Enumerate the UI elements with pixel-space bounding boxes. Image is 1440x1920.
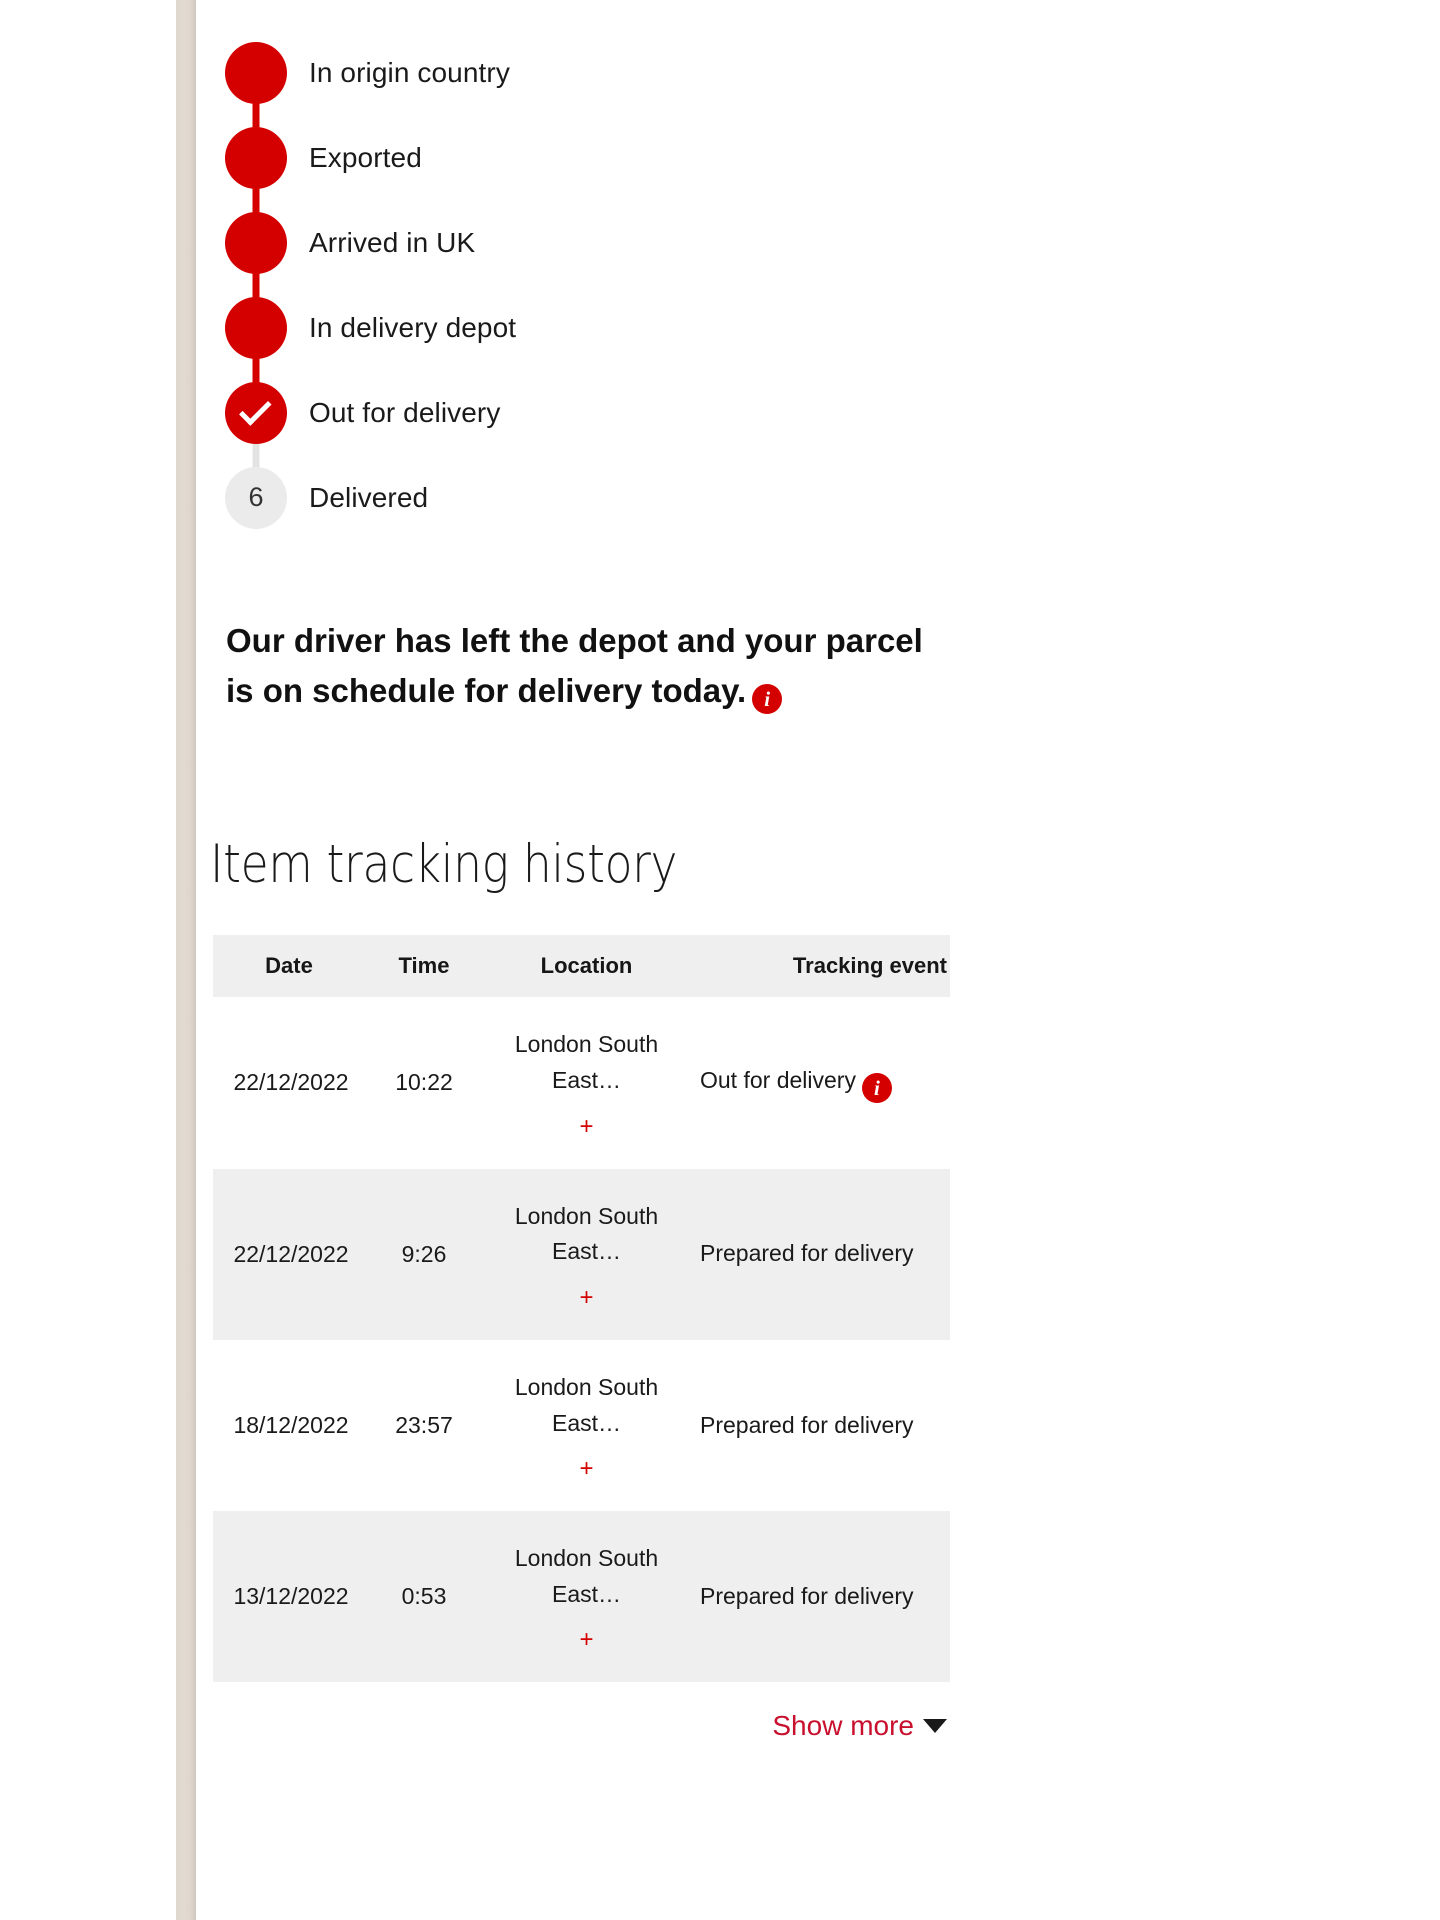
cell-location: London South East… + — [483, 1169, 690, 1340]
cell-tracking-event: Prepared for delivery — [700, 1582, 914, 1609]
check-icon — [239, 392, 272, 426]
tracking-event-text: Out for delivery — [700, 1066, 856, 1093]
tracker-node-complete — [225, 126, 287, 189]
tracker-step-label: Arrived in UK — [309, 226, 476, 258]
table-header: Date Time Location Tracking event — [213, 935, 950, 998]
tracker-step-arrived-in-uk: Arrived in UK — [220, 200, 1356, 328]
tracking-history-table: Date Time Location Tracking event 22/12/… — [213, 935, 950, 1683]
expand-location-button[interactable]: + — [483, 1628, 690, 1652]
tracker-node-wrap — [220, 381, 292, 498]
tracker-step-label: In delivery depot — [309, 311, 517, 343]
cell-location: London South East… + — [483, 997, 690, 1168]
cell-tracking-event: Prepared for delivery — [700, 1240, 914, 1267]
show-more-button[interactable]: Show more — [772, 1710, 947, 1741]
table-row: 18/12/2022 23:57 London South East… + Pr… — [213, 1339, 950, 1512]
tracker-step-label: Delivered — [309, 481, 429, 513]
chevron-down-icon — [923, 1719, 947, 1734]
cell-date: 22/12/2022 — [233, 1069, 349, 1096]
location-text: London South East… — [514, 1545, 659, 1607]
table-row: 22/12/2022 10:22 London South East… + Ou… — [213, 997, 950, 1169]
column-header-date: Date — [213, 935, 365, 998]
tracker-step-label: Exported — [309, 141, 422, 173]
tracker-node-wrap — [220, 126, 292, 243]
table-row: 13/12/2022 0:53 London South East… + Pre… — [213, 1511, 950, 1683]
column-header-time: Time — [365, 935, 483, 998]
delivery-progress-tracker: In origin country Exported Arrived in UK — [220, 0, 1356, 540]
expand-location-button[interactable]: + — [483, 1285, 690, 1310]
tracker-node-complete — [225, 41, 287, 104]
table-header-row: Date Time Location Tracking event — [213, 935, 950, 998]
tracker-node-wrap — [220, 41, 292, 158]
cell-time: 9:26 — [401, 1240, 447, 1267]
tracker-node-complete — [225, 211, 287, 274]
show-more-container: Show more — [213, 1710, 950, 1742]
page-content: In origin country Exported Arrived in UK — [196, 0, 1356, 1920]
location-text: London South East… — [514, 1202, 659, 1265]
location-text: London South East… — [514, 1031, 659, 1093]
tracker-node-pending: 6 — [225, 466, 287, 529]
info-icon[interactable]: i — [752, 684, 783, 715]
cell-location: London South East… + — [483, 1340, 690, 1511]
table-row: 22/12/2022 9:26 London South East… + Pre… — [213, 1168, 950, 1340]
cell-date: 18/12/2022 — [233, 1412, 349, 1439]
cell-date: 13/12/2022 — [233, 1583, 349, 1610]
tracker-step-in-delivery-depot: In delivery depot — [220, 285, 1356, 413]
tracker-step-out-for-delivery: Out for delivery — [220, 370, 1356, 498]
tracker-node-current — [225, 381, 287, 444]
cell-date: 22/12/2022 — [233, 1240, 349, 1267]
tracker-node-complete — [225, 296, 287, 359]
tracker-step-label: Out for delivery — [309, 396, 501, 428]
expand-location-button[interactable]: + — [483, 1114, 690, 1139]
location-text: London South East… — [514, 1373, 659, 1436]
cell-time: 10:22 — [395, 1069, 453, 1096]
status-message-text: Our driver has left the depot and your p… — [226, 622, 923, 710]
tracker-step-label: In origin country — [309, 56, 510, 88]
tracker-node-wrap — [220, 296, 292, 413]
show-more-label: Show more — [772, 1710, 914, 1742]
info-icon[interactable]: i — [861, 1072, 892, 1103]
table-body: 22/12/2022 10:22 London South East… + Ou… — [213, 997, 950, 1683]
cell-time: 23:57 — [395, 1412, 453, 1439]
cell-time: 0:53 — [401, 1583, 447, 1610]
expand-location-button[interactable]: + — [483, 1457, 690, 1481]
page-title: Item tracking history — [210, 834, 678, 896]
tracker-step-in-origin-country: In origin country — [220, 30, 1356, 158]
tracker-step-exported: Exported — [220, 115, 1356, 243]
cell-tracking-event: Prepared for delivery — [700, 1411, 914, 1438]
cell-location: London South East… + — [483, 1511, 690, 1682]
page-edge-strip — [176, 0, 196, 1920]
tracker-node-wrap: 6 — [220, 466, 292, 529]
column-header-event: Tracking event — [690, 935, 950, 998]
tracker-node-wrap — [220, 211, 292, 328]
delivery-status-message: Our driver has left the depot and your p… — [226, 616, 946, 716]
tracker-step-delivered: 6 Delivered — [220, 455, 1356, 540]
column-header-location: Location — [483, 935, 690, 998]
tracking-page: In origin country Exported Arrived in UK — [0, 0, 1440, 1920]
cell-tracking-event: Out for delivery i — [690, 997, 950, 1168]
